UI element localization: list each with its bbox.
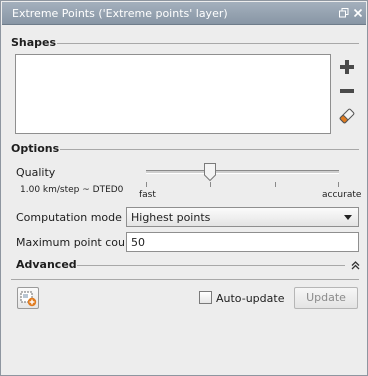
- quality-tick: [275, 182, 276, 187]
- quality-tick: [146, 182, 147, 187]
- quality-max-label: accurate: [322, 190, 362, 200]
- quality-slider-track[interactable]: [146, 170, 339, 174]
- add-layer-button[interactable]: [17, 287, 39, 309]
- auto-update-checkbox[interactable]: [199, 291, 212, 304]
- quality-tick: [338, 182, 339, 187]
- collapse-up-icon[interactable]: [351, 260, 360, 273]
- extreme-points-dialog: Extreme Points ('Extreme points' layer) …: [0, 0, 368, 376]
- quality-label: Quality: [16, 166, 56, 179]
- shapes-list[interactable]: [15, 54, 331, 134]
- computation-mode-select[interactable]: Highest points: [126, 207, 359, 227]
- max-count-field[interactable]: [126, 232, 359, 252]
- quality-min-label: fast: [139, 190, 156, 200]
- quality-value-text: 1.00 km/step ~ DTED0: [20, 185, 124, 195]
- minus-icon[interactable]: [338, 82, 356, 100]
- restore-icon[interactable]: [339, 8, 349, 18]
- max-count-label: Maximum point count: [16, 236, 137, 249]
- quality-slider-handle[interactable]: [203, 162, 217, 185]
- update-button[interactable]: Update: [294, 287, 358, 309]
- shapes-heading: Shapes: [11, 36, 57, 49]
- title-bar[interactable]: Extreme Points ('Extreme points' layer): [2, 2, 366, 25]
- close-icon[interactable]: [353, 8, 363, 18]
- options-heading: Options: [11, 142, 60, 155]
- computation-mode-value: Highest points: [131, 211, 211, 224]
- computation-mode-label: Computation mode: [16, 211, 122, 224]
- chevron-down-icon: [344, 215, 352, 220]
- advanced-divider: [77, 265, 345, 266]
- eraser-icon[interactable]: [338, 107, 356, 125]
- options-divider: [60, 149, 359, 150]
- shapes-divider: [57, 43, 359, 44]
- add-layer-icon: [20, 290, 37, 310]
- footer-divider: [11, 279, 359, 280]
- auto-update-label[interactable]: Auto-update: [216, 292, 284, 305]
- plus-icon[interactable]: [338, 58, 356, 76]
- window-title: Extreme Points ('Extreme points' layer): [12, 7, 228, 20]
- advanced-heading[interactable]: Advanced: [16, 258, 77, 271]
